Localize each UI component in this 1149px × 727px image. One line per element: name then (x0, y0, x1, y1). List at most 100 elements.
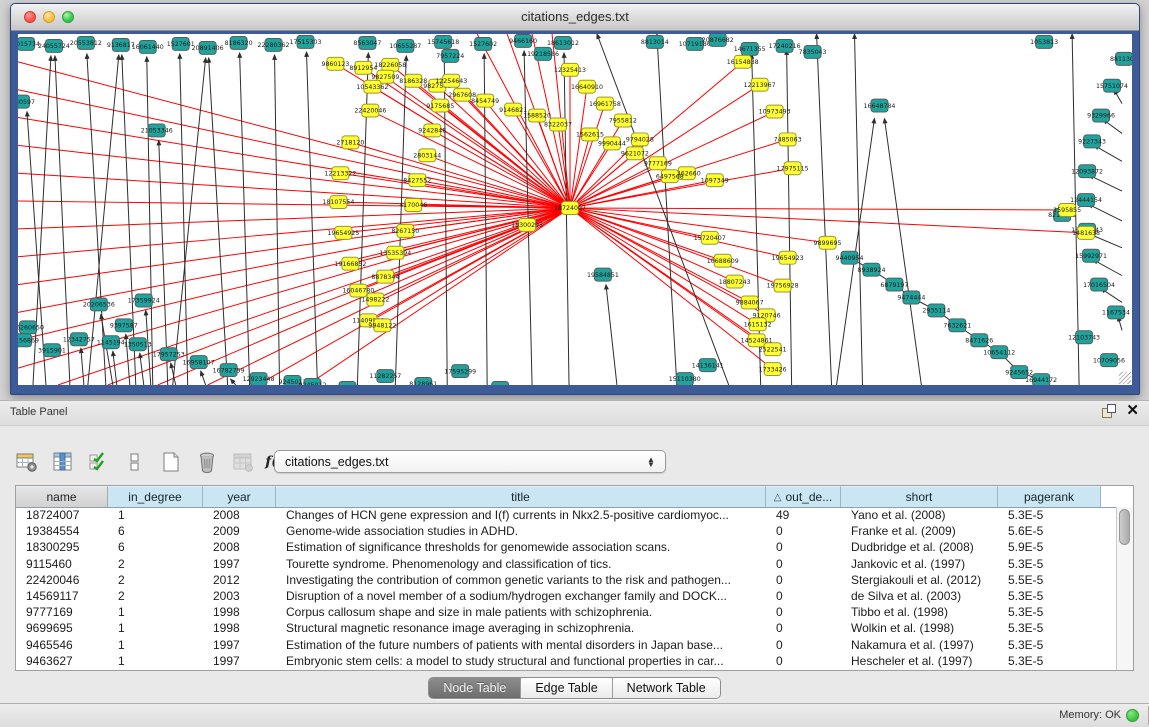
graph-node[interactable]: 12103743 (1068, 331, 1100, 344)
graph-node[interactable]: 10688609 (707, 254, 739, 267)
table-row[interactable]: 946554611997Estimation of the future num… (16, 637, 1117, 653)
graph-node[interactable]: 2803144 (413, 149, 441, 162)
graph-node[interactable]: 9362921 (486, 382, 514, 385)
float-panel-icon[interactable] (1102, 404, 1116, 418)
table-mode-icon[interactable] (14, 449, 40, 475)
table-row[interactable]: 1830029562008Estimation of significance … (16, 539, 1117, 555)
table-row[interactable]: 1456911722003Disruption of a novel membe… (16, 588, 1117, 604)
graph-node[interactable]: 17595299 (444, 365, 476, 378)
graph-node[interactable]: 8563047 (353, 36, 381, 49)
memory-status-indicator[interactable] (1126, 709, 1139, 722)
graph-node[interactable]: 10973493 (759, 105, 791, 118)
graph-node[interactable]: 10048971 (331, 382, 363, 385)
graph-node[interactable]: 1145194 (97, 336, 125, 349)
table-row[interactable]: 977716911998Corpus callosum shape and si… (16, 604, 1117, 620)
window-titlebar[interactable]: citations_edges.txt (11, 4, 1139, 31)
column-header-title[interactable]: title (276, 486, 766, 507)
graph-node[interactable]: 8811304 (1110, 52, 1132, 65)
graph-node[interactable]: 8128961 (409, 378, 437, 385)
graph-node[interactable]: 1527601 (167, 37, 195, 50)
graph-node[interactable]: 9990444 (598, 137, 626, 150)
graph-node[interactable]: 15110380 (669, 373, 701, 385)
graph-node[interactable]: 19654923 (772, 251, 804, 264)
tab-network-table[interactable]: Network Table (613, 678, 720, 698)
graph-node[interactable]: 16061440 (132, 40, 164, 53)
graph-node[interactable]: 8878344 (371, 270, 399, 283)
graph-node[interactable]: 21053346 (141, 124, 173, 137)
graph-node[interactable]: 2015734 (18, 37, 40, 50)
graph-node[interactable]: 22420046 (354, 104, 386, 117)
graph-node[interactable]: 16782759 (213, 364, 245, 377)
graph-node[interactable]: 9794028 (626, 133, 654, 146)
graph-node[interactable]: 15992971 (1075, 249, 1107, 262)
tab-node-table[interactable]: Node Table (429, 678, 521, 698)
close-panel-icon[interactable]: ✕ (1126, 404, 1139, 418)
table-row[interactable]: 969969511998Structural magnetic resonanc… (16, 620, 1117, 636)
graph-node[interactable]: 15751074 (1096, 79, 1128, 92)
graph-node[interactable]: 1053813 (1030, 35, 1058, 48)
scrollbar-thumb[interactable] (1119, 509, 1130, 545)
graph-node[interactable]: 10654112 (983, 346, 1015, 359)
graph-node[interactable]: 8938924 (857, 263, 885, 276)
network-canvas[interactable]: 2015734240557242055381291368171606144015… (18, 34, 1132, 385)
select-columns-icon[interactable] (86, 449, 112, 475)
graph-node[interactable]: 1733426 (759, 363, 787, 376)
graph-node[interactable]: 22280362 (258, 38, 290, 51)
graph-node[interactable]: 8912954 (349, 61, 377, 74)
table-row[interactable]: 2242004622012Investigating the contribut… (16, 572, 1117, 588)
new-column-icon[interactable] (158, 449, 184, 475)
graph-node[interactable]: 16961758 (589, 97, 621, 110)
graph-node[interactable]: 2630597 (18, 95, 35, 108)
graph-node[interactable]: 8186320 (225, 36, 253, 49)
graph-node[interactable]: 12093872 (1071, 165, 1103, 178)
graph-node[interactable]: 17240216 (769, 39, 801, 52)
graph-node[interactable]: 17016504 (1083, 278, 1115, 291)
graph-node[interactable]: 1562615 (576, 128, 604, 141)
graph-node[interactable]: 9242848 (418, 124, 446, 137)
graph-node[interactable]: 8471626 (965, 334, 993, 347)
graph-node[interactable]: 1527602 (469, 37, 497, 50)
graph-node[interactable]: 8322037 (544, 118, 572, 131)
graph-node[interactable]: 17515303 (289, 35, 321, 48)
graph-node[interactable]: 7955812 (609, 114, 637, 127)
graph-node[interactable]: 1167534 (1102, 306, 1130, 319)
graph-node[interactable]: 17957253 (153, 348, 185, 361)
graph-node[interactable]: 9899695 (814, 236, 842, 249)
table-scrollbar[interactable] (1116, 507, 1133, 670)
table-selector-dropdown[interactable]: citations_edges.txt ▲▼ (274, 450, 666, 473)
graph-node[interactable]: 10709056 (1093, 354, 1125, 367)
graph-node[interactable]: 8813014 (641, 35, 669, 48)
graph-node[interactable]: 9884067 (736, 296, 764, 309)
graph-node[interactable]: 15745618 (427, 35, 459, 48)
graph-node[interactable]: 17975115 (777, 162, 809, 175)
graph-node[interactable]: 9621072 (621, 147, 649, 160)
column-header-short[interactable]: short (841, 486, 998, 507)
citation-graph[interactable]: 2015734240557242055381291368171606144015… (18, 34, 1132, 385)
graph-node[interactable]: 11282257 (369, 370, 401, 383)
graph-node[interactable]: 8267150 (391, 224, 419, 237)
graph-node[interactable]: 7835043 (799, 45, 827, 58)
graph-node[interactable]: 18226058 (374, 58, 406, 71)
graph-node[interactable]: 7957224 (436, 49, 464, 62)
graph-node[interactable]: 7485063 (774, 133, 802, 146)
graph-node[interactable]: 1097349 (701, 174, 729, 187)
graph-node[interactable]: 10655287 (389, 39, 421, 52)
graph-node[interactable]: 20553812 (70, 36, 102, 49)
column-header-in_degree[interactable]: in_degree (108, 486, 203, 507)
table-row[interactable]: 1938455462009Genome-wide association stu… (16, 523, 1117, 539)
graph-node[interactable]: 14671355 (734, 42, 766, 55)
graph-node[interactable]: 4170046 (399, 199, 427, 212)
graph-node[interactable]: 16154838 (727, 55, 759, 68)
graph-node[interactable]: 12325413 (554, 63, 586, 76)
show-columns-icon[interactable] (50, 449, 76, 475)
tab-edge-table[interactable]: Edge Table (521, 678, 612, 698)
graph-node[interactable]: 9227343 (1078, 135, 1106, 148)
graph-node[interactable]: 1588520 (523, 109, 551, 122)
graph-node[interactable]: 12213967 (744, 78, 776, 91)
graph-node[interactable]: 16648784 (863, 99, 895, 112)
graph-node[interactable]: 9329966 (1087, 109, 1115, 122)
graph-node[interactable]: 24055724 (38, 39, 70, 52)
graph-node[interactable]: 16640910 (571, 80, 603, 93)
column-header-pagerank[interactable]: pagerank (998, 486, 1101, 507)
column-header-name[interactable]: name (16, 486, 108, 507)
